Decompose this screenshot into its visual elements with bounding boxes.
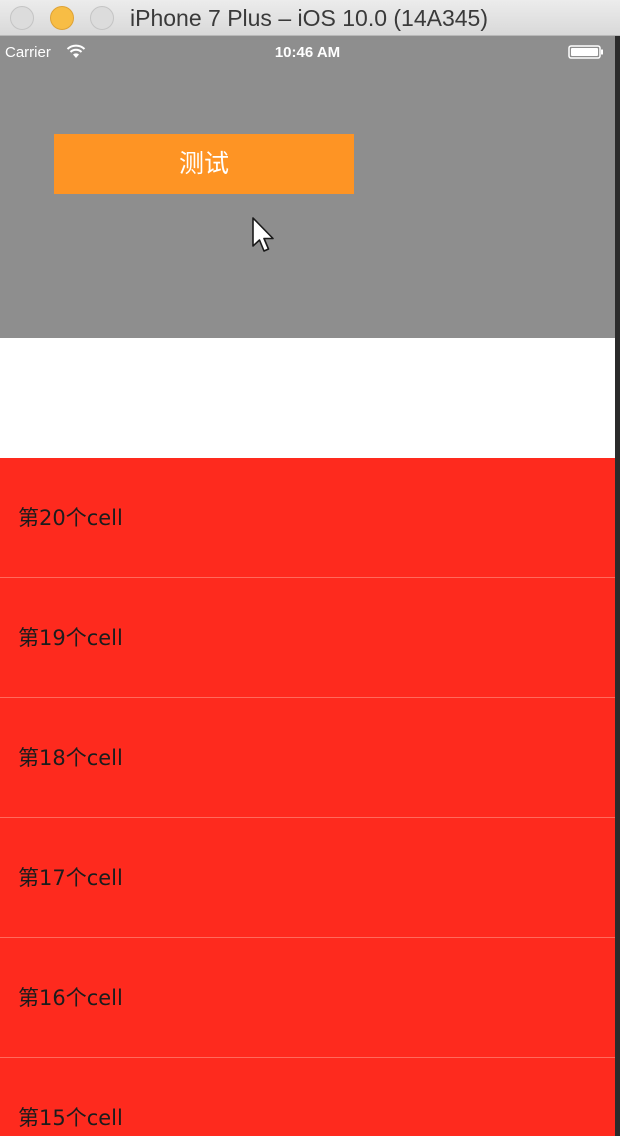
window-titlebar: iPhone 7 Plus – iOS 10.0 (14A345) — [0, 0, 620, 36]
cell-label: 第20个cell — [18, 506, 123, 530]
close-window-button[interactable] — [10, 6, 34, 30]
device-screen: Carrier 10:46 AM 测试 第20个cell 第19个cell 第1… — [0, 36, 615, 1136]
cell-label: 第19个cell — [18, 626, 123, 650]
table-cell[interactable]: 第18个cell — [0, 698, 615, 818]
mouse-cursor-icon — [252, 217, 274, 252]
window-edge — [615, 36, 620, 1136]
simulator-window: iPhone 7 Plus – iOS 10.0 (14A345) Carrie… — [0, 0, 620, 1136]
header-view: Carrier 10:46 AM 测试 — [0, 36, 615, 338]
zoom-window-button[interactable] — [90, 6, 114, 30]
cell-label: 第18个cell — [18, 746, 123, 770]
cell-label: 第17个cell — [18, 866, 123, 890]
table-view[interactable]: 第20个cell 第19个cell 第18个cell 第17个cell 第16个… — [0, 458, 615, 1136]
cell-label: 第15个cell — [18, 1106, 123, 1130]
table-cell[interactable]: 第19个cell — [0, 578, 615, 698]
table-cell[interactable]: 第20个cell — [0, 458, 615, 578]
window-title: iPhone 7 Plus – iOS 10.0 (14A345) — [130, 5, 489, 31]
status-bar: Carrier 10:46 AM — [0, 36, 615, 70]
cell-label: 第16个cell — [18, 986, 123, 1010]
test-button[interactable]: 测试 — [54, 134, 354, 194]
battery-icon — [568, 45, 603, 59]
table-cell[interactable]: 第15个cell — [0, 1058, 615, 1136]
table-cell[interactable]: 第16个cell — [0, 938, 615, 1058]
table-cell[interactable]: 第17个cell — [0, 818, 615, 938]
spacer-area — [0, 338, 615, 458]
minimize-window-button[interactable] — [50, 6, 74, 30]
status-time: 10:46 AM — [274, 44, 341, 61]
